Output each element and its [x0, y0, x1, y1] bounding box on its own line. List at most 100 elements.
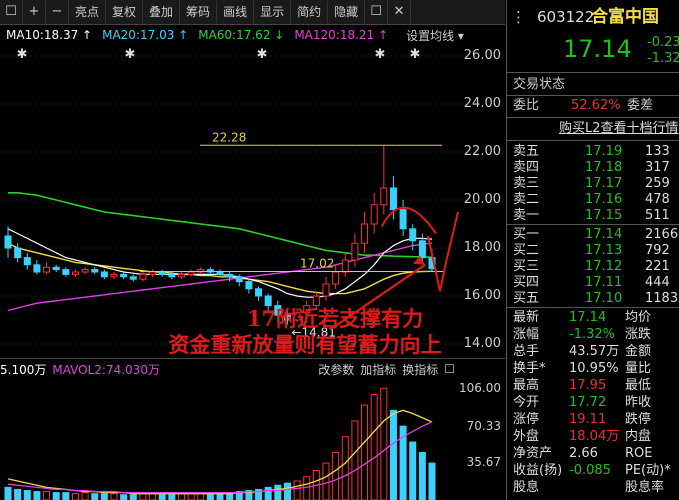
- candle-body-40: [389, 187, 397, 211]
- toolbar-item-11[interactable]: ☐: [365, 1, 389, 23]
- annotation-line-2: 资金重新放量则有望蓄力向上: [168, 332, 442, 357]
- candle-body-13: [129, 276, 137, 280]
- buy-level-label: 买五: [513, 291, 540, 306]
- candle-body-41: [399, 209, 407, 230]
- stat-label-2: 股息率: [625, 480, 665, 495]
- price-change-pct: -1.32: [647, 51, 679, 66]
- price-tick-0: 26.00: [463, 48, 501, 63]
- stat-label: 总手: [513, 344, 540, 359]
- toolbar-item-8[interactable]: 显示: [254, 1, 292, 23]
- toolbar-item-4[interactable]: 复权: [106, 1, 144, 23]
- candle-body-24: [235, 276, 243, 283]
- stat-label: 涨停: [513, 412, 540, 427]
- volume-bar-31: [303, 476, 311, 500]
- volume-bar-4: [43, 491, 51, 500]
- volume-bar-39: [380, 387, 388, 500]
- volume-bar-9: [91, 493, 99, 500]
- stat-value: -1.32%: [569, 327, 615, 342]
- volume-value: 5.100万: [0, 362, 47, 377]
- volume-bar-19: [187, 493, 195, 500]
- chart-toolbar: ☐ + − 亮点 复权 叠加 筹码 画线 显示 简约 隐藏 ☐ ✕: [0, 0, 505, 25]
- toolbar-item-3[interactable]: 亮点: [69, 1, 107, 23]
- candle-body-4: [43, 266, 51, 273]
- star-0: ✱: [17, 47, 28, 62]
- toolbar-item-6[interactable]: 筹码: [180, 1, 218, 23]
- candle-body-6: [62, 269, 70, 275]
- stat-label: 今开: [513, 395, 540, 410]
- toolbar-item-0[interactable]: ☐: [0, 1, 23, 23]
- volume-bar-14: [139, 493, 147, 500]
- stat-label-2: 跌停: [625, 412, 652, 427]
- ma60-line: [8, 192, 433, 258]
- stat-label-2: 金额: [625, 344, 652, 359]
- candle-body-12: [120, 273, 128, 278]
- candle-body-34: [332, 271, 340, 285]
- candle-body-18: [177, 273, 185, 278]
- volume-tick-2: 35.67: [466, 455, 501, 470]
- buy-price: 17.10: [585, 291, 623, 306]
- star-2: ✱: [257, 47, 268, 62]
- toolbar-item-2[interactable]: −: [46, 1, 69, 23]
- candle-body-35: [341, 259, 349, 273]
- l2-link[interactable]: 购买L2查看十档行情: [559, 120, 679, 138]
- volume-bar-16: [158, 494, 166, 500]
- stat-value: 19.11: [569, 412, 607, 427]
- stat-value: 17.14: [569, 310, 607, 325]
- volume-bar-2: [23, 490, 31, 500]
- stat-label: 换手*: [513, 361, 546, 376]
- trade-status: 交易状态: [513, 77, 566, 92]
- volume-bar-43: [418, 452, 426, 500]
- buy-row-4: 买五 17.10 1183: [507, 290, 679, 308]
- ma-settings-button[interactable]: 设置均线 ▾: [406, 27, 464, 44]
- sell-price: 17.15: [585, 208, 623, 223]
- stat-row-8: 净资产 2.66 ROE: [507, 445, 679, 463]
- volume-bar-44: [428, 462, 436, 500]
- volume-tick-0: 106.00: [459, 381, 501, 396]
- volume-bar-15: [149, 493, 157, 500]
- mavol2-value: MAVOL2:74.030万: [52, 362, 160, 377]
- toolbar-item-5[interactable]: 叠加: [143, 1, 181, 23]
- change-param-button[interactable]: 改参数: [318, 361, 354, 378]
- volume-chart[interactable]: [0, 378, 505, 500]
- switch-indicator-button[interactable]: 换指标: [402, 361, 438, 378]
- toolbar-item-7[interactable]: 画线: [217, 1, 255, 23]
- volume-bar-42: [409, 441, 417, 500]
- volume-bar-28: [274, 484, 282, 500]
- stat-label-2: ROE: [625, 446, 653, 461]
- stat-value: 17.72: [569, 395, 607, 410]
- candle-body-11: [110, 273, 118, 278]
- stat-value: 18.04万: [569, 429, 620, 444]
- candle-body-39: [380, 187, 388, 206]
- arc-annotation: [380, 206, 437, 235]
- weicha-label: 委差: [627, 98, 654, 113]
- stat-label: 最新: [513, 310, 540, 325]
- toolbar-item-10[interactable]: 隐藏: [328, 1, 366, 23]
- add-indicator-button[interactable]: 加指标: [360, 361, 396, 378]
- volume-bar-3: [33, 491, 41, 500]
- stat-value: -0.085: [569, 463, 611, 478]
- stat-label: 股息: [513, 480, 540, 495]
- volume-tick-1: 70.33: [466, 418, 501, 433]
- price-tick-1: 24.00: [463, 96, 501, 111]
- volume-bar-6: [62, 492, 70, 500]
- sell-volume: 511: [645, 208, 670, 223]
- volume-bar-22: [216, 493, 224, 500]
- volume-bar-5: [52, 492, 60, 500]
- candle-body-7: [71, 271, 79, 275]
- ma120-label: MA120:18.21 ↑: [294, 28, 389, 42]
- ma-legend: MA10:18.37 ↑ MA20:17.03 ↑ MA60:17.62 ↓ M…: [0, 25, 505, 45]
- stat-label: 涨幅: [513, 327, 540, 342]
- menu-icon[interactable]: ⋮: [511, 6, 526, 28]
- toolbar-item-1[interactable]: +: [23, 1, 46, 23]
- volume-indicator-bar: 5.100万 MAVOL2:74.030万 改参数 加指标 换指标 ☐: [0, 358, 505, 379]
- toolbar-item-9[interactable]: 简约: [291, 1, 329, 23]
- stat-label: 最高: [513, 378, 540, 393]
- ma20-line: [7, 242, 433, 295]
- indicator-close-icon[interactable]: ☐: [444, 362, 455, 376]
- stat-label-2: PE(动)*: [625, 463, 671, 478]
- candle-body-9: [91, 269, 99, 273]
- stat-label-2: 涨跌: [625, 327, 652, 342]
- stat-label-2: 最低: [625, 378, 652, 393]
- toolbar-item-12[interactable]: ✕: [388, 1, 412, 23]
- stock-name: 合富中国: [591, 7, 659, 27]
